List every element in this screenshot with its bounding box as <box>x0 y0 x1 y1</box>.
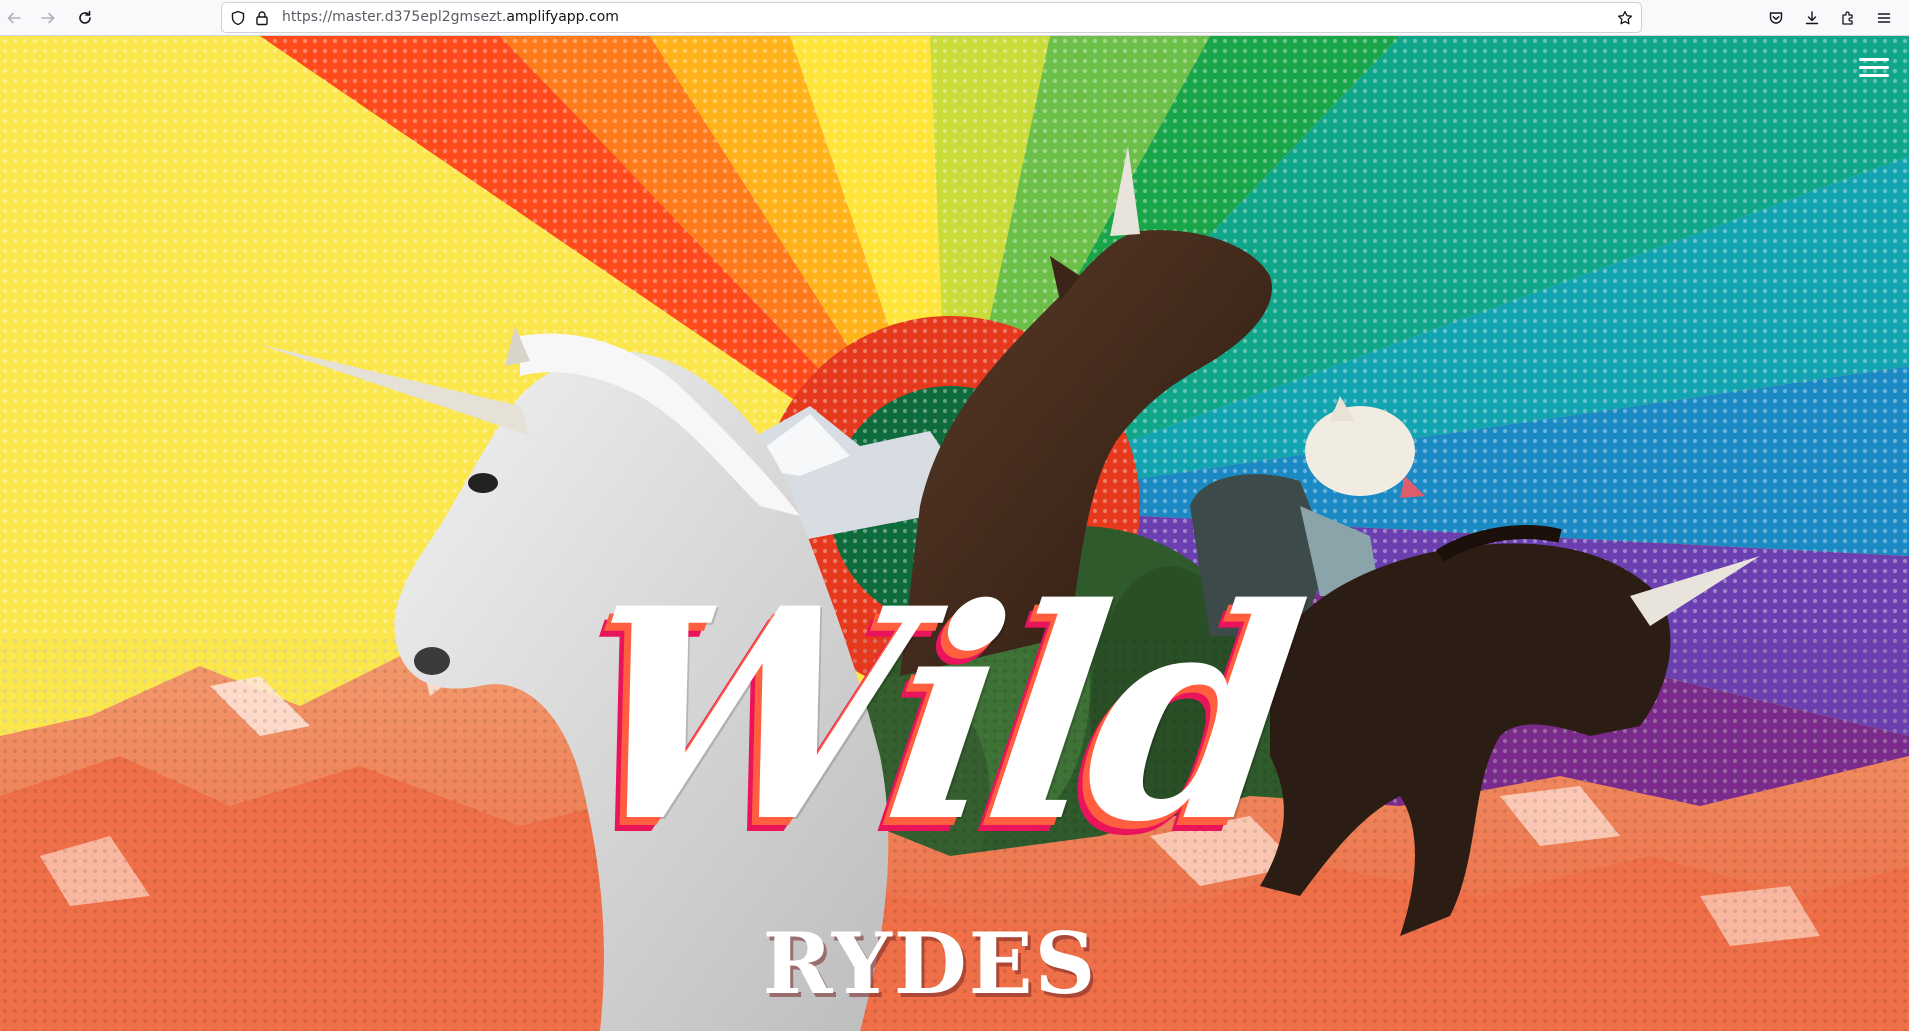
site-menu-button[interactable] <box>1857 54 1891 82</box>
hamburger-menu-icon <box>1876 10 1892 26</box>
app-menu-button[interactable] <box>1870 4 1898 32</box>
download-icon <box>1804 10 1820 26</box>
pocket-button[interactable] <box>1762 4 1790 32</box>
extensions-button[interactable] <box>1834 4 1862 32</box>
back-button[interactable] <box>0 4 28 32</box>
brand-title-wild: Wild <box>559 546 1311 886</box>
reload-button[interactable] <box>71 4 99 32</box>
browser-toolbar: https://master.d375epl2gmsezt.amplifyapp… <box>0 0 1909 36</box>
brand-title-rydes: RYDES <box>762 914 1098 1013</box>
shield-icon[interactable] <box>228 8 248 28</box>
pocket-icon <box>1768 10 1784 26</box>
forward-button[interactable] <box>34 4 62 32</box>
puzzle-icon <box>1840 10 1856 26</box>
back-arrow-icon <box>6 10 22 26</box>
star-icon[interactable] <box>1615 8 1635 28</box>
url-prefix: https://master.d375epl2gmsezt. <box>282 9 507 25</box>
forward-arrow-icon <box>40 10 56 26</box>
page-viewport: Wild RYDES <box>0 36 1909 1031</box>
url-host: amplifyapp.com <box>506 9 619 25</box>
reload-icon <box>77 10 93 26</box>
lock-icon[interactable] <box>252 8 272 28</box>
downloads-button[interactable] <box>1798 4 1826 32</box>
address-bar[interactable]: https://master.d375epl2gmsezt.amplifyapp… <box>221 2 1642 33</box>
url-text[interactable]: https://master.d375epl2gmsezt.amplifyapp… <box>282 9 619 25</box>
